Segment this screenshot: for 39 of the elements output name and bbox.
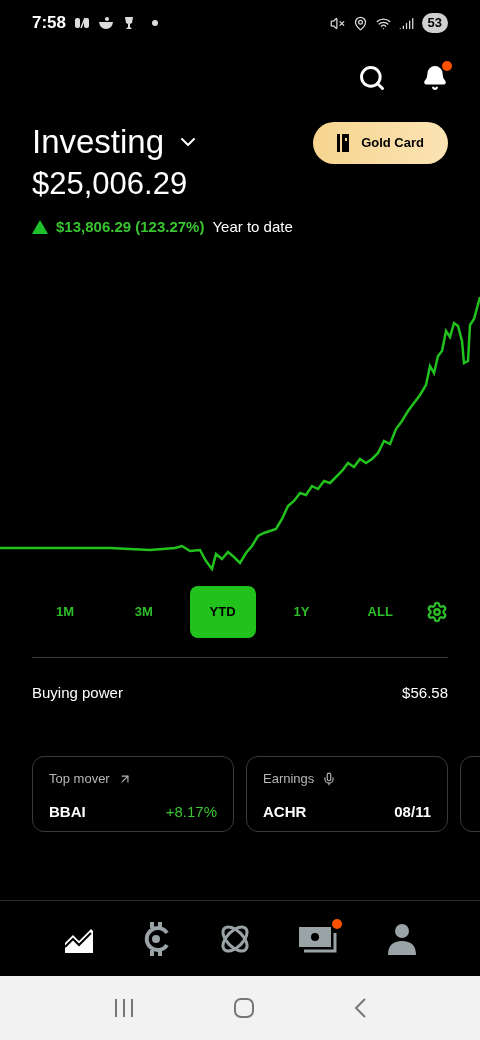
card[interactable]: Earnings ACHR 08/11 [246,756,448,832]
range-tab[interactable]: 3M [110,585,177,638]
bowl-icon [98,16,115,30]
card[interactable]: Top mover BBAI +8.17% [32,756,234,832]
range-tab[interactable]: 1Y [268,585,335,638]
search-icon[interactable] [358,64,386,92]
portfolio-value: $25,006.29 [31,165,189,203]
microphone-icon [322,771,337,786]
nav-tab[interactable] [297,922,342,955]
location-icon [352,15,368,31]
card-title: Earnings [263,770,315,788]
ticker-symbol: BBAI [49,801,86,822]
card-value: +8.17% [165,801,217,822]
signal-icon [398,15,414,31]
recent-apps-icon[interactable] [113,997,135,1019]
account-title[interactable]: Investing [32,122,165,162]
battery-level: 53 [421,13,448,33]
person-icon [387,922,418,955]
app-icon [74,16,91,30]
card-value: 08/11 [394,801,431,822]
nav-tab[interactable] [387,922,418,955]
card-icon [337,134,350,152]
range-tab[interactable]: YTD [189,585,256,638]
range-tab[interactable]: ALL [347,585,414,638]
back-icon[interactable] [353,997,367,1019]
home-icon[interactable] [233,997,255,1019]
period-label: Year to date [212,217,293,237]
range-tab[interactable]: 1M [32,585,98,638]
card-title: Top mover [49,770,110,788]
ticker-symbol: ACHR [263,801,307,822]
buying-power-value: $56.58 [402,682,448,703]
card-offer-button[interactable]: Gold Card [313,122,448,164]
status-time: 7:58 [32,12,67,35]
buying-power-label[interactable]: Buying power [32,681,123,704]
dot-icon [152,20,159,26]
settings-icon[interactable] [426,600,448,623]
mute-icon [329,15,345,31]
wifi-icon [375,15,391,31]
change-amount: $13,806.29 (123.27%) [56,217,205,237]
